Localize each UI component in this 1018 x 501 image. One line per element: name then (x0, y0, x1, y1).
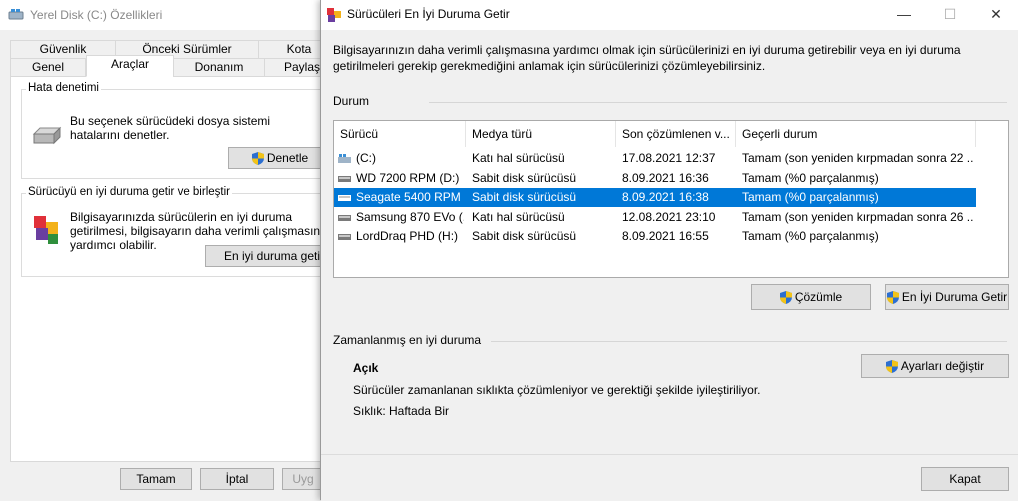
tab-general[interactable]: Genel (10, 58, 86, 77)
analyze-button[interactable]: Çözümle (751, 284, 871, 310)
front-body: Bilgisayarınızın daha verimli çalışmasın… (321, 30, 1018, 501)
ok-button[interactable]: Tamam (120, 468, 192, 490)
error-check-title: Hata denetimi (26, 82, 101, 94)
hard-drive-icon (338, 175, 351, 182)
close-button[interactable]: Kapat (921, 467, 1009, 491)
drive-row[interactable]: LordDraq PHD (H:) Sabit disk sürücüsü 8.09… (334, 227, 976, 246)
scheduled-text: Sürücüler zamanlanan sıklıkta çözümleniy… (353, 383, 761, 397)
tab-hardware[interactable]: Donanım (173, 58, 265, 77)
drive-last-analyzed: 12.08.2021 23:10 (622, 209, 716, 224)
drive-status: Tamam (son yeniden kırpmadan sonra 26 ..… (742, 209, 974, 224)
shield-icon (779, 291, 792, 305)
hard-drive-icon (32, 126, 62, 145)
cancel-button[interactable]: İptal (200, 468, 274, 490)
optimize-drives-window: Sürücüleri En İyi Duruma Getir — ☐ ✕ Bil… (320, 0, 1018, 501)
tab-tools[interactable]: Araçlar (86, 55, 174, 77)
drive-name: WD 7200 RPM (D:) (356, 170, 460, 185)
column-header-drive[interactable]: Sürücü (334, 121, 466, 147)
drive-last-analyzed: 8.09.2021 16:38 (622, 190, 709, 204)
optimize-button-label: En İyi Duruma Getir (901, 290, 1008, 304)
back-window-title: Yerel Disk (C:) Özellikleri (30, 8, 163, 22)
column-header-current-status[interactable]: Geçerli durum (736, 121, 976, 147)
status-divider (429, 102, 1007, 103)
description-text: Bilgisayarınızın daha verimli çalışmasın… (333, 43, 961, 73)
check-button[interactable]: Denetle (228, 147, 332, 169)
drive-row[interactable]: (C:) Katı hal sürücüsü 17.08.2021 12:37 Tam… (334, 149, 976, 168)
column-header-media-type[interactable]: Medya türü (466, 121, 616, 147)
bottom-bar: Kapat (321, 454, 1018, 501)
drive-last-analyzed: 8.09.2021 16:36 (622, 170, 709, 185)
drive-status: Tamam (son yeniden kırpmadan sonra 22 ..… (742, 151, 974, 165)
hard-drive-icon (338, 234, 351, 240)
drive-media-type: Katı hal sürücüsü (472, 151, 565, 165)
defrag-icon (34, 216, 58, 244)
minimize-button[interactable]: — (881, 0, 927, 30)
error-check-group: Hata denetimi Bu seçenek sürücüdeki dosy… (21, 82, 343, 179)
drive-media-type: Sabit disk sürücüsü (472, 229, 577, 243)
error-check-text: Bu seçenek sürücüdeki dosya sistemi hata… (70, 114, 271, 142)
drive-name: (C:) (356, 151, 376, 165)
drive-status: Tamam (%0 parçalanmış) (742, 170, 879, 185)
analyze-button-label: Çözümle (794, 290, 843, 304)
drive-media-type: Katı hal sürücüsü (472, 209, 565, 224)
drive-name: Samsung 870 EVo (... (356, 209, 464, 224)
shield-icon (885, 360, 898, 374)
front-window-title: Sürücüleri En İyi Duruma Getir (347, 7, 510, 21)
shield-icon (251, 152, 264, 166)
maximize-button[interactable]: ☐ (927, 0, 973, 30)
drive-last-analyzed: 17.08.2021 12:37 (622, 151, 716, 165)
drives-table[interactable]: Sürücü Medya türü Son çözümlenen v... Ge… (333, 120, 1009, 278)
drive-status: Tamam (%0 parçalanmış) (742, 229, 879, 243)
drive-row[interactable]: WD 7200 RPM (D:) Sabit disk sürücüsü 8.09.… (334, 169, 976, 188)
apply-button[interactable]: Uyg (282, 468, 324, 490)
scheduled-divider (491, 341, 1007, 342)
close-window-button[interactable]: ✕ (973, 0, 1018, 30)
hard-drive-icon (338, 214, 351, 221)
front-titlebar[interactable]: Sürücüleri En İyi Duruma Getir — ☐ ✕ (321, 0, 1018, 30)
frequency-text: Sıklık: Haftada Bir (353, 404, 450, 418)
defrag-app-icon (327, 8, 341, 22)
optimize-group: Sürücüyü en iyi duruma getir ve birleşti… (21, 186, 343, 277)
shield-icon (886, 291, 899, 305)
drive-name: LordDraq PHD (H:) (356, 229, 459, 243)
drive-row[interactable]: Seagate 5400 RPM ... Sabit disk sürücüsü 8… (334, 188, 976, 207)
system-drive-icon (338, 154, 351, 163)
status-label: Durum (333, 94, 370, 108)
hard-drive-icon (338, 195, 351, 201)
check-button-label: Denetle (266, 151, 309, 165)
change-settings-button[interactable]: Ayarları değiştir (861, 354, 1009, 378)
drive-icon (8, 9, 24, 20)
disk-properties-window: Yerel Disk (C:) Özellikleri Güvenlik Önc… (0, 0, 343, 500)
drive-media-type: Sabit disk sürücüsü (472, 170, 577, 185)
back-titlebar[interactable]: Yerel Disk (C:) Özellikleri (0, 0, 330, 30)
column-header-last-analyzed[interactable]: Son çözümlenen v... (616, 121, 736, 147)
drive-name: Seagate 5400 RPM ... (356, 190, 464, 204)
change-settings-label: Ayarları değiştir (900, 359, 985, 373)
optimize-title: Sürücüyü en iyi duruma getir ve birleşti… (26, 186, 232, 198)
scheduled-label: Zamanlanmış en iyi duruma (333, 333, 482, 347)
drive-media-type: Sabit disk sürücüsü (472, 190, 577, 204)
drive-row[interactable]: Samsung 870 EVo (... Katı hal sürücüsü 12.… (334, 208, 976, 227)
tools-tab-panel: Hata denetimi Bu seçenek sürücüdeki dosy… (10, 76, 343, 462)
scheduled-state: Açık (353, 361, 379, 375)
optimize-button[interactable]: En İyi Duruma Getir (885, 284, 1009, 310)
drive-status: Tamam (%0 parçalanmış) (742, 190, 879, 204)
drive-last-analyzed: 8.09.2021 16:55 (622, 229, 709, 243)
